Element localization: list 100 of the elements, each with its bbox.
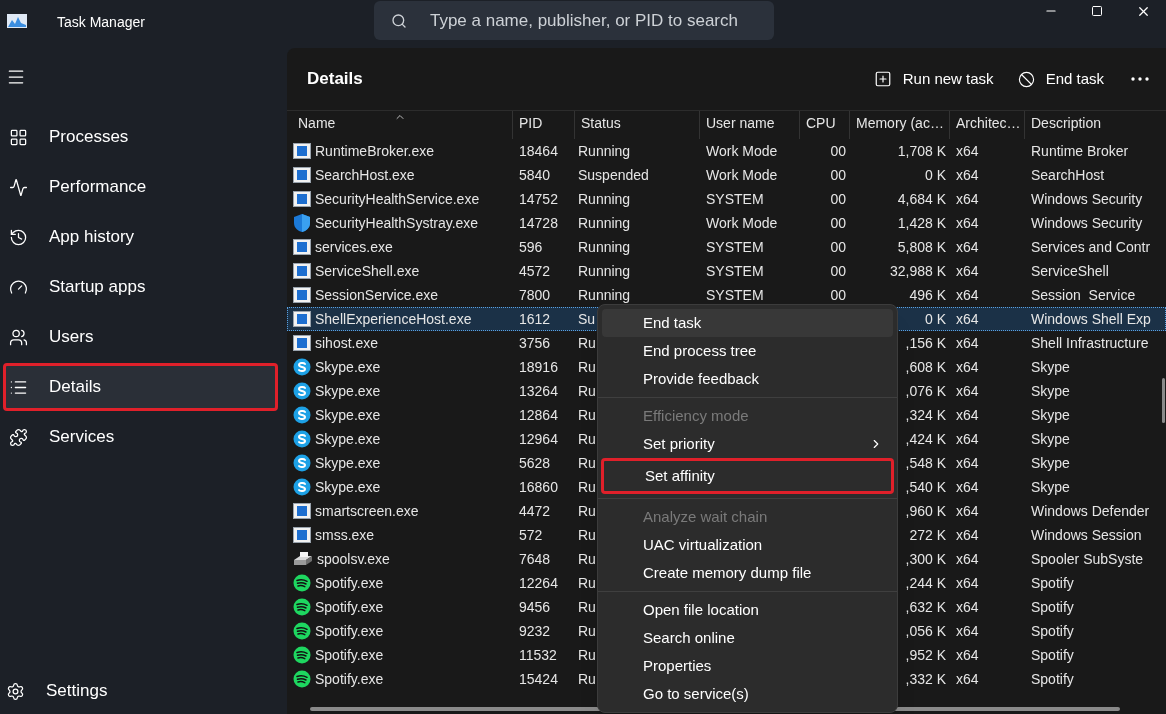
table-cell-text: ,632 K — [905, 597, 946, 617]
table-cell-text: Skype — [1031, 381, 1070, 401]
table-cell-text: SYSTEM — [706, 261, 764, 281]
table-cell-text: Spotify.exe — [315, 597, 384, 617]
table-cell-text: x64 — [956, 621, 979, 641]
window-icon — [293, 311, 311, 327]
table-cell-text: 00 — [830, 285, 846, 305]
vertical-scrollbar[interactable] — [1162, 378, 1165, 423]
column-header[interactable]: Status — [575, 111, 700, 139]
table-cell-text: Skype — [1031, 477, 1070, 497]
table-cell-text: 12864 — [519, 405, 558, 425]
menu-item[interactable]: UAC virtualization — [602, 531, 893, 559]
table-cell-text: Windows Session — [1031, 525, 1142, 545]
menu-item[interactable]: End task — [602, 309, 893, 337]
table-cell-text: x64 — [956, 501, 979, 521]
table-cell-text: ,608 K — [905, 357, 946, 377]
window-icon — [293, 263, 311, 279]
table-cell-text: Spooler SubSyste — [1031, 549, 1144, 569]
menu-item[interactable]: End process tree — [602, 337, 893, 365]
menu-item[interactable]: Set affinity — [601, 458, 894, 494]
table-cell-text: Skype — [1031, 405, 1070, 425]
window-icon — [293, 143, 311, 159]
table-cell-text: 496 K — [909, 285, 946, 305]
table-cell-text: Spotify — [1031, 669, 1074, 689]
spotify-icon — [293, 598, 311, 616]
menu-item[interactable]: Properties — [602, 652, 893, 680]
table-cell-text: x64 — [956, 237, 979, 257]
nav-item[interactable]: Services — [3, 413, 278, 461]
table-cell-text: ,056 K — [905, 621, 946, 641]
search-field[interactable]: Type a name, publisher, or PID to search — [373, 1, 774, 40]
column-header[interactable]: Architec… — [950, 111, 1025, 139]
skype-icon — [293, 406, 311, 424]
menu-item[interactable]: Open file location — [602, 596, 893, 624]
table-cell-text: x64 — [956, 261, 979, 281]
table-cell-text: ,156 K — [905, 333, 946, 353]
table-cell-text: 11532 — [519, 645, 557, 665]
table-cell-text: Ru — [578, 357, 596, 377]
nav-item[interactable]: Processes — [3, 113, 278, 161]
table-cell-text: Spotify — [1031, 597, 1074, 617]
table-cell-text: Running — [578, 189, 631, 209]
column-header[interactable]: PID — [513, 111, 575, 139]
column-header[interactable]: User name — [700, 111, 800, 139]
table-cell-text: Skype.exe — [315, 429, 381, 449]
menu-item[interactable]: Set priority — [602, 430, 893, 458]
table-cell-text: 0 K — [925, 165, 946, 185]
table-cell-text: 00 — [830, 189, 846, 209]
nav-item[interactable]: Performance — [3, 163, 278, 211]
table-cell-text: 5,808 K — [897, 237, 946, 257]
search-icon — [390, 13, 407, 29]
table-cell-text: x64 — [956, 669, 979, 689]
table-cell-text: 572 — [519, 525, 543, 545]
nav-item[interactable]: Users — [3, 313, 278, 361]
table-cell-text: x64 — [956, 549, 979, 569]
spotify-icon — [293, 622, 311, 640]
column-header[interactable]: Name — [287, 111, 513, 139]
history-icon — [9, 227, 28, 247]
end-task-button[interactable]: End task — [1005, 61, 1116, 97]
table-cell-text: Windows Shell Exp — [1031, 309, 1151, 329]
window-icon — [293, 527, 311, 543]
menu-item[interactable]: Provide feedback — [602, 365, 893, 393]
table-cell-text: SessionService.exe — [315, 285, 438, 305]
table-cell-text: ,540 K — [905, 477, 946, 497]
window-title: Task Manager — [57, 13, 145, 32]
table-cell-text: Ru — [578, 621, 596, 641]
skype-icon — [293, 430, 311, 448]
shield-icon — [293, 213, 311, 233]
menu-item[interactable]: Go to service(s) — [602, 680, 893, 708]
table-cell-text: Running — [578, 213, 631, 233]
menu-item[interactable]: Create memory dump file — [602, 559, 893, 587]
table-cell-text: Work Mode — [706, 141, 778, 161]
table-cell-text: ,548 K — [905, 453, 946, 473]
table-cell-text: Skype — [1031, 429, 1070, 449]
table-cell-text: 5628 — [519, 453, 551, 473]
run-new-task-button[interactable]: Run new task — [861, 61, 1006, 97]
table-cell-text: Ru — [578, 381, 596, 401]
table-cell-text: x64 — [956, 645, 979, 665]
table-cell-text: Ru — [578, 549, 596, 569]
table-cell-text: services.exe — [315, 237, 393, 257]
table-cell-text: ,324 K — [905, 405, 946, 425]
nav-item[interactable]: Details — [3, 363, 278, 411]
table-cell-text: x64 — [956, 405, 979, 425]
table-cell-text: ServiceShell — [1031, 261, 1109, 281]
table-cell-text: Spotify — [1031, 645, 1074, 665]
column-header[interactable]: Memory (ac… — [850, 111, 950, 139]
nav-item[interactable]: App history — [3, 213, 278, 261]
table-cell-text: x64 — [956, 189, 979, 209]
column-header[interactable]: Description — [1025, 111, 1166, 139]
table-cell-text: ,952 K — [905, 645, 946, 665]
column-header[interactable]: CPU — [800, 111, 850, 139]
spotify-icon — [293, 646, 311, 664]
table-cell-text: sihost.exe — [315, 333, 379, 353]
menu-item[interactable]: Search online — [602, 624, 893, 652]
table-cell-text: Suspended — [578, 165, 649, 185]
ban-icon — [1017, 70, 1035, 88]
table-cell-text: 4,684 K — [897, 189, 946, 209]
table-cell-text: RuntimeBroker.exe — [315, 141, 435, 161]
window-icon — [293, 191, 311, 207]
nav-item[interactable]: Startup apps — [3, 263, 278, 311]
table-cell-text: Skype.exe — [315, 357, 381, 377]
nav-item[interactable]: Settings — [6, 676, 287, 706]
